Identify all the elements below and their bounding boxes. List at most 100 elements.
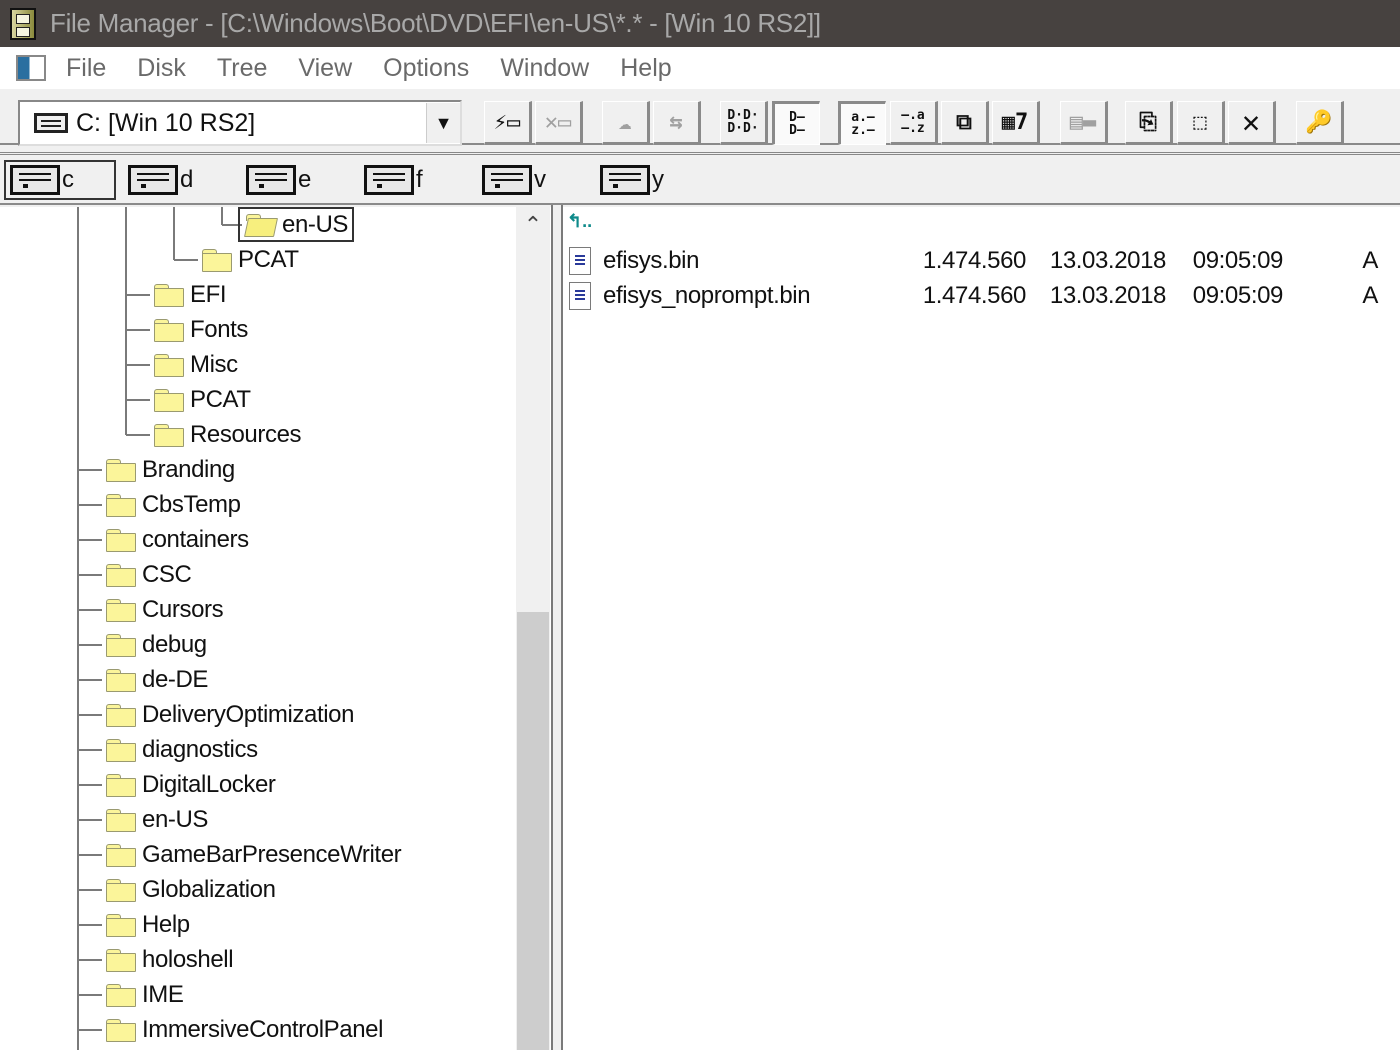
menu-options[interactable]: Options	[383, 54, 469, 83]
directory-tree[interactable]: en-US PCAT EFI Fonts Misc PCAT Resources Brandi…	[0, 207, 551, 1050]
tree-item-label: holoshell	[142, 945, 234, 973]
document-window-icon[interactable]	[16, 55, 46, 81]
tree-item[interactable]: DeliveryOptimization	[106, 697, 354, 732]
tree-item-label: CbsTemp	[142, 490, 241, 518]
drive-button-y[interactable]: y	[596, 160, 670, 200]
tree-item-label: IME	[142, 980, 184, 1008]
tree-item[interactable]: en-US	[106, 802, 208, 837]
tree-item-label: debug	[142, 630, 207, 658]
drive-button-d[interactable]: d	[124, 160, 199, 200]
tree-item[interactable]: en-US	[238, 207, 355, 242]
parent-directory-item[interactable]: ↰..	[567, 211, 592, 232]
tree-item-label: DigitalLocker	[142, 770, 276, 798]
folder-icon	[106, 878, 136, 902]
tree-item[interactable]: Fonts	[154, 312, 248, 347]
title-bar: File Manager - [C:\Windows\Boot\DVD\EFI\…	[0, 0, 1400, 47]
sort-by-name-button[interactable]: a.— z.—	[838, 101, 886, 145]
cascade-windows-button[interactable]: ▤▬	[1060, 101, 1108, 145]
file-row[interactable]: efisys_noprompt.bin 1.474.560 13.03.2018 09…	[569, 278, 1399, 313]
tree-item[interactable]: EFI	[154, 277, 227, 312]
file-name: efisys.bin	[603, 246, 700, 274]
tree-item[interactable]: Branding	[106, 452, 235, 487]
tree-item-label: Help	[142, 910, 190, 938]
tree-line	[78, 644, 102, 646]
file-date: 13.03.2018	[1049, 246, 1167, 274]
tree-item[interactable]: Help	[106, 907, 190, 942]
file-time: 09:05:09	[1192, 281, 1284, 309]
drive-letter: e	[298, 166, 312, 193]
tree-item[interactable]: de-DE	[106, 662, 208, 697]
tree-item-label: DeliveryOptimization	[142, 700, 355, 728]
window-arrange-icon: ▤▬	[1069, 109, 1097, 135]
drive-select[interactable]: C: [Win 10 RS2] ▼	[18, 100, 462, 146]
sort-type-icon: —.a —.z	[901, 108, 925, 136]
file-row[interactable]: efisys.bin 1.474.560 13.03.2018 09:05:09 A	[569, 243, 1399, 278]
tree-item[interactable]: Resources	[154, 417, 302, 452]
tree-item[interactable]: CbsTemp	[106, 487, 241, 522]
tree-item[interactable]: CSC	[106, 557, 192, 592]
move-button[interactable]: ⬚	[1177, 101, 1225, 145]
share-as-button[interactable]: ☁	[602, 101, 650, 145]
file-name: efisys_noprompt.bin	[603, 281, 811, 309]
view-large-icons-button[interactable]: D·D· D·D·	[720, 101, 768, 145]
tree-item[interactable]: PCAT	[154, 382, 251, 417]
menu-window[interactable]: Window	[500, 54, 589, 83]
tree-item[interactable]: debug	[106, 627, 207, 662]
delete-button[interactable]: ✕	[1228, 101, 1276, 145]
sort-by-date-button[interactable]: ▦7	[992, 101, 1040, 145]
new-window-button[interactable]: ⧉	[941, 101, 989, 145]
folder-icon	[106, 563, 136, 587]
file-list[interactable]: ↰.. efisys.bin 1.474.560 13.03.2018 09:05:0…	[563, 207, 1400, 1050]
tree-scrollbar[interactable]: ⌃	[516, 207, 550, 1050]
disconnect-network-drive-button[interactable]: ✕▭	[535, 101, 583, 145]
sort-by-type-button[interactable]: —.a —.z	[890, 101, 938, 145]
tree-line	[78, 749, 102, 751]
pane-splitter[interactable]	[551, 205, 563, 1050]
tree-item-label: GameBarPresenceWriter	[142, 840, 402, 868]
tree-item[interactable]: IME	[106, 977, 184, 1012]
drive-button-e[interactable]: e	[242, 160, 317, 200]
menu-tree[interactable]: Tree	[217, 54, 267, 83]
tree-line	[78, 504, 102, 506]
stop-sharing-button[interactable]: ⇆	[653, 101, 701, 145]
tree-item-label: Fonts	[190, 315, 249, 343]
tree-item[interactable]: DigitalLocker	[106, 767, 276, 802]
tree-line	[78, 679, 102, 681]
disconnect-drive-icon: ✕▭	[544, 109, 572, 135]
tree-item[interactable]: Cursors	[106, 592, 224, 627]
drive-button-c[interactable]: c	[4, 160, 116, 200]
tree-item[interactable]: holoshell	[106, 942, 234, 977]
tree-item[interactable]: containers	[106, 522, 249, 557]
menu-disk[interactable]: Disk	[137, 54, 186, 83]
menu-file[interactable]: File	[66, 54, 106, 83]
new-window-icon: ⧉	[956, 109, 972, 135]
tree-item-label: Cursors	[142, 595, 224, 623]
tree-item[interactable]: Misc	[154, 347, 238, 382]
tree-item[interactable]: Globalization	[106, 872, 276, 907]
tree-item-label: PCAT	[190, 385, 251, 413]
folder-icon	[106, 598, 136, 622]
properties-button[interactable]: 🔑	[1296, 101, 1344, 145]
connect-network-drive-button[interactable]: ⚡▭	[484, 101, 532, 145]
tree-item-label: de-DE	[142, 665, 209, 693]
menu-view[interactable]: View	[298, 54, 352, 83]
scroll-up-button[interactable]: ⌃	[516, 207, 550, 243]
tree-item[interactable]: ImmersiveControlPanel	[106, 1012, 383, 1047]
tree-item[interactable]: diagnostics	[106, 732, 258, 767]
tree-line	[221, 207, 223, 225]
tree-item[interactable]: PCAT	[202, 242, 299, 277]
tree-item[interactable]: GameBarPresenceWriter	[106, 837, 402, 872]
tree-item-label: Resources	[190, 420, 302, 448]
folder-icon	[154, 353, 184, 377]
view-details-button[interactable]: D— D—	[772, 101, 820, 145]
scroll-thumb[interactable]	[517, 612, 549, 1050]
tree-line	[126, 329, 150, 331]
folder-icon	[106, 1018, 136, 1042]
menu-help[interactable]: Help	[620, 54, 671, 83]
drive-button-v[interactable]: v	[478, 160, 552, 200]
drive-button-f[interactable]: f	[360, 160, 429, 200]
copy-button[interactable]: ⎘	[1125, 101, 1173, 145]
chevron-down-icon[interactable]: ▼	[426, 103, 460, 143]
file-size: 1.474.560	[922, 246, 1027, 274]
tree-line	[126, 399, 150, 401]
